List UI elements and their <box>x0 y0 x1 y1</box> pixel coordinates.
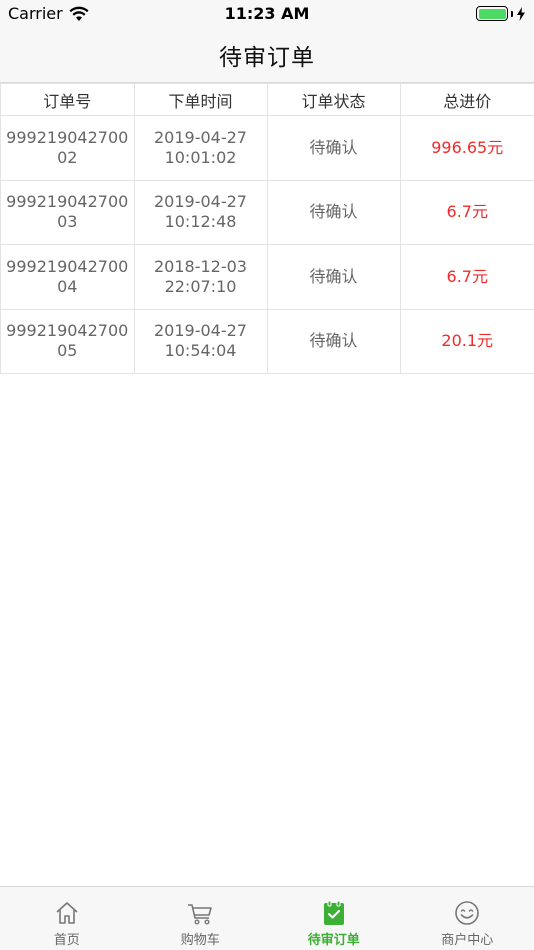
order-datetime: 2018-12-03 22:07:10 <box>133 244 268 310</box>
header-order-no: 订单号 <box>0 83 135 116</box>
order-datetime: 2019-04-27 10:54:04 <box>133 308 268 374</box>
tab-home[interactable]: 首页 <box>0 887 134 950</box>
smiley-icon <box>455 901 480 925</box>
battery-indicator <box>476 6 526 21</box>
order-number: 99921904270002 <box>0 115 135 181</box>
order-time: 22:07:10 <box>164 276 237 296</box>
tab-pending-orders-label: 待审订单 <box>307 933 360 948</box>
table-row[interactable]: 99921904270003 2019-04-27 10:12:48 待确认 6.… <box>0 179 534 245</box>
order-price: 6.7元 <box>399 244 534 310</box>
tab-home-label: 首页 <box>53 933 80 948</box>
cart-icon <box>188 904 213 925</box>
order-status: 待确认 <box>266 179 401 245</box>
table-row[interactable]: 99921904270005 2019-04-27 10:54:04 待确认 20… <box>0 308 534 374</box>
order-datetime: 2019-04-27 10:12:48 <box>133 179 268 245</box>
order-number: 99921904270005 <box>0 308 135 374</box>
order-status: 待确认 <box>266 244 401 310</box>
clipboard-check-icon <box>323 900 344 925</box>
order-time: 10:01:02 <box>164 147 237 167</box>
order-date: 2019-04-27 <box>154 321 247 341</box>
tab-cart-label: 购物车 <box>180 933 220 948</box>
clock: 11:23 AM <box>224 4 310 23</box>
order-status: 待确认 <box>266 308 401 374</box>
tab-pending-orders[interactable]: 待审订单 <box>267 887 401 950</box>
order-price: 20.1元 <box>399 308 534 374</box>
battery-icon <box>476 6 508 21</box>
order-number: 99921904270004 <box>0 244 135 310</box>
nav-bar: 待审订单 <box>0 28 534 83</box>
status-bar: Carrier 11:23 AM <box>0 0 534 28</box>
tab-bar: 首页 购物车 待审订单 商户中心 <box>0 886 534 950</box>
header-total-price: 总进价 <box>399 83 534 116</box>
order-date: 2019-04-27 <box>154 127 247 147</box>
order-status: 待确认 <box>266 115 401 181</box>
header-order-status: 订单状态 <box>266 83 401 116</box>
order-datetime: 2019-04-27 10:01:02 <box>133 115 268 181</box>
page-title: 待审订单 <box>219 45 315 71</box>
order-number: 99921904270003 <box>0 179 135 245</box>
table-row[interactable]: 99921904270002 2019-04-27 10:01:02 待确认 99… <box>0 115 534 181</box>
order-date: 2018-12-03 <box>154 256 247 276</box>
header-order-time: 下单时间 <box>133 83 268 116</box>
tab-merchant-center[interactable]: 商户中心 <box>401 887 534 950</box>
table-header-row: 订单号 下单时间 订单状态 总进价 <box>0 83 534 116</box>
charging-bolt-icon <box>517 6 525 21</box>
order-price: 6.7元 <box>399 179 534 245</box>
order-time: 10:54:04 <box>164 341 237 361</box>
order-price: 996.65元 <box>399 115 534 181</box>
tab-merchant-center-label: 商户中心 <box>441 933 494 948</box>
orders-table: 订单号 下单时间 订单状态 总进价 99921904270002 2019-04… <box>0 83 534 374</box>
order-date: 2019-04-27 <box>154 192 247 212</box>
tab-cart[interactable]: 购物车 <box>134 887 268 950</box>
order-time: 10:12:48 <box>164 212 237 232</box>
table-row[interactable]: 99921904270004 2018-12-03 22:07:10 待确认 6.… <box>0 244 534 310</box>
home-icon <box>56 902 78 924</box>
